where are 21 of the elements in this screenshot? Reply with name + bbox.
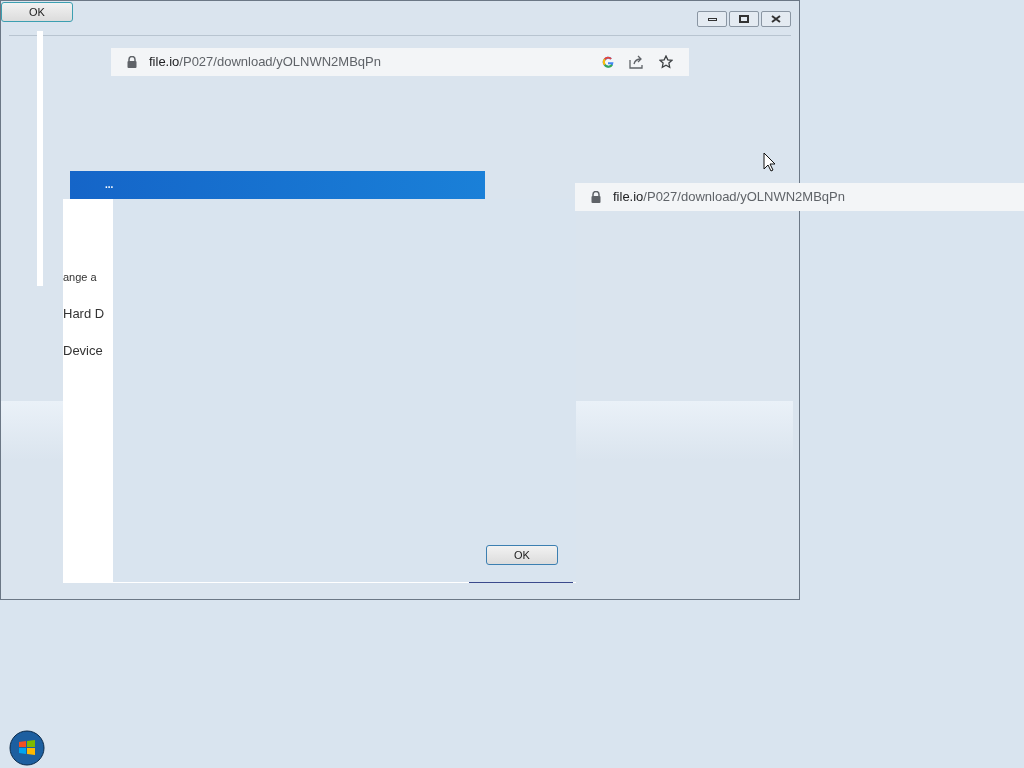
- close-icon: [771, 15, 781, 23]
- ok-button[interactable]: OK: [1, 2, 73, 22]
- share-icon[interactable]: [629, 55, 645, 69]
- ok-button[interactable]: OK: [486, 545, 558, 565]
- address-text: file.io/P027/download/yOLNWN2MBqPn: [613, 188, 845, 207]
- dialog-title: ...: [105, 178, 114, 192]
- address-text: file.io/P027/download/yOLNWN2MBqPn: [149, 53, 381, 72]
- address-bar[interactable]: file.io/P027/download/yOLNWN2MBqPn: [111, 48, 689, 76]
- minimize-button[interactable]: [697, 11, 727, 27]
- lock-icon: [127, 56, 137, 68]
- maximize-button[interactable]: [729, 11, 759, 27]
- star-icon[interactable]: [659, 55, 673, 69]
- clipped-label: Hard D: [63, 304, 105, 323]
- start-button[interactable]: [8, 729, 46, 767]
- clipped-label: ange a: [63, 270, 97, 285]
- lock-icon: [591, 191, 601, 203]
- address-bar[interactable]: file.io/P027/download/yOLNWN2MBqPn: [575, 183, 1024, 211]
- close-button[interactable]: [761, 11, 791, 27]
- clipped-label: Device: [63, 342, 103, 360]
- google-icon[interactable]: [601, 55, 615, 69]
- cursor-icon: [763, 152, 776, 172]
